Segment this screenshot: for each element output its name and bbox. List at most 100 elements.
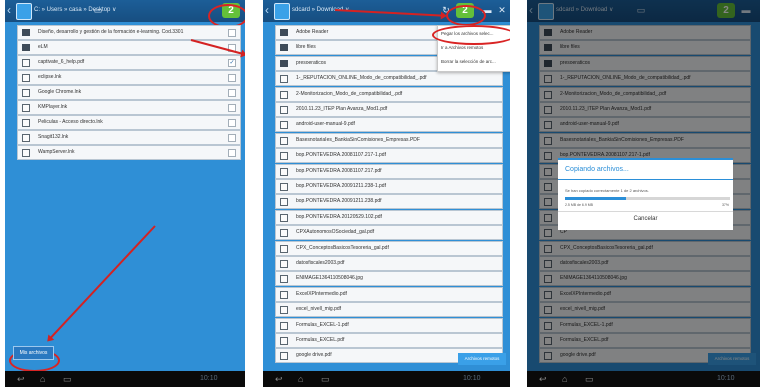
- file-row[interactable]: Peliculas - Acceso directo.lnk: [17, 115, 241, 130]
- item-label: Snagit132.lnk: [38, 134, 69, 140]
- select-checkbox[interactable]: ✓: [228, 59, 236, 67]
- file-icon: [280, 75, 288, 84]
- file-row[interactable]: datosfiscales2003.pdf: [275, 256, 503, 271]
- menu-item-clear-selection[interactable]: Borrar la selección de arc...: [441, 59, 496, 64]
- file-row[interactable]: bop.PONTEVEDRA.20091211.238.pdf: [275, 194, 503, 210]
- recent-apps-icon[interactable]: ▭: [321, 373, 330, 385]
- close-icon[interactable]: ✕: [496, 4, 508, 16]
- file-icon: [280, 90, 288, 99]
- file-icon: [280, 183, 288, 191]
- file-icon: [280, 306, 288, 315]
- file-row[interactable]: eclipse.lnk: [17, 70, 241, 85]
- back-nav-icon[interactable]: ↩: [539, 373, 547, 385]
- file-row[interactable]: 2010.11.23_ITEP Plan Avanza_Mod1.pdf: [275, 102, 503, 117]
- item-label: CPX_ConceptosBasicosTesoreria_gal.pdf: [296, 244, 389, 251]
- folder-row[interactable]: Diseño, desarrollo y gestión de la forma…: [17, 25, 241, 40]
- home-nav-icon[interactable]: ⌂: [298, 373, 303, 385]
- recent-apps-icon[interactable]: ▭: [585, 373, 594, 385]
- select-checkbox[interactable]: [228, 89, 236, 97]
- file-icon: [280, 275, 288, 284]
- app-icon: [274, 3, 290, 20]
- recent-apps-icon[interactable]: ▭: [63, 373, 72, 385]
- item-label: eLM: [38, 44, 48, 50]
- file-icon: [280, 229, 288, 238]
- file-icon: [22, 134, 30, 142]
- file-row[interactable]: android-user-manual-9.pdf: [275, 117, 503, 133]
- item-label: libre files: [296, 44, 316, 51]
- item-label: KMPlayer.lnk: [38, 104, 68, 110]
- item-label: google drive.pdf: [296, 352, 332, 359]
- item-label: eclipse.lnk: [38, 74, 62, 80]
- screenshot-panel-download: ‹ sdcard » Download ∨ ↻ 2 ▬ ✕ Adobe Read…: [263, 0, 510, 387]
- menu-item-remote-files[interactable]: Ir a Archivos remotos: [441, 45, 483, 50]
- item-label: datosfiscales2003.pdf: [296, 260, 345, 266]
- folder-row[interactable]: eLM: [17, 40, 241, 55]
- file-row[interactable]: Formulas_EXCEL.pdf: [275, 333, 503, 348]
- file-icon: [280, 290, 288, 299]
- folder-icon: [280, 44, 288, 52]
- select-checkbox[interactable]: [228, 119, 236, 127]
- android-nav-bar: ↩ ⌂ ▭ 10:10: [5, 371, 245, 387]
- file-row[interactable]: ENIMAGE1364110508046.jpg: [275, 271, 503, 287]
- file-row[interactable]: KMPlayer.lnk: [17, 100, 241, 115]
- item-label: 2-Monitorizacion_Modo_de_compatibilidad_…: [296, 90, 403, 97]
- file-icon: [22, 89, 30, 97]
- file-icon: [280, 213, 288, 222]
- select-checkbox[interactable]: [228, 149, 236, 157]
- file-icon: [280, 121, 288, 130]
- upload-icon[interactable]: ▭: [92, 4, 104, 16]
- file-row[interactable]: bop.PONTEVEDRA.20081107.217.pdf: [275, 163, 503, 179]
- file-row[interactable]: CPX_ConceptosBasicosTesoreria_gal.pdf: [275, 240, 503, 256]
- item-label: Formulas_EXCEL.pdf: [296, 337, 345, 343]
- item-label: bop.PONTEVEDRA.20091211.238.pdf: [296, 198, 382, 205]
- file-row[interactable]: Google Chrome.lnk: [17, 85, 241, 100]
- item-label: bop.PONTEVEDRA.20081107.217.pdf: [296, 167, 382, 174]
- file-icon: [280, 167, 288, 176]
- select-checkbox[interactable]: [228, 134, 236, 142]
- file-icon: [280, 321, 288, 330]
- path-breadcrumb[interactable]: C: » Users » casa » Desktop ∨: [34, 6, 116, 13]
- select-checkbox[interactable]: [228, 29, 236, 37]
- android-nav-bar: ↩ ⌂ ▭ 10:10: [527, 371, 760, 387]
- item-label: bop.PONTEVEDRA.20081107.217-1.pdf: [296, 152, 386, 159]
- item-label: bop.PONTEVEDRA.20120529.102.pdf: [296, 213, 382, 220]
- file-row[interactable]: bop.PONTEVEDRA.20120529.102.pdf: [275, 209, 503, 225]
- file-row[interactable]: BasesnotariaIes_BankiaSinComisiones_Empr…: [275, 132, 503, 148]
- item-label: ENIMAGE1364110508046.jpg: [296, 275, 363, 282]
- item-label: excel_nivell_mig.pdf: [296, 306, 342, 313]
- cancel-button[interactable]: Cancelar: [558, 216, 733, 222]
- my-files-button[interactable]: Mis archivos: [13, 346, 54, 360]
- file-row[interactable]: Formulas_EXCEL-1.pdf: [275, 317, 503, 333]
- file-row[interactable]: Snagit132.lnk: [17, 130, 241, 145]
- select-checkbox[interactable]: [228, 74, 236, 82]
- file-row[interactable]: captivate_6_help.pdf ✓: [17, 55, 241, 70]
- file-row[interactable]: bop.PONTEVEDRA.20091211.238-1.pdf: [275, 179, 503, 194]
- file-row[interactable]: 1-_REPUTACION_ONLINE_Modo_de_compatibili…: [275, 71, 503, 87]
- file-icon: [280, 136, 288, 145]
- status-clock: 10:10: [200, 375, 218, 382]
- folder-icon: [22, 29, 30, 36]
- file-row[interactable]: bop.PONTEVEDRA.20081107.217-1.pdf: [275, 148, 503, 164]
- item-label: 1-_REPUTACION_ONLINE_Modo_de_compatibili…: [296, 75, 427, 82]
- file-row[interactable]: WampServer.lnk: [17, 145, 241, 160]
- file-row[interactable]: CPXAutonomosOSociedad_gal.pdf: [275, 225, 503, 241]
- home-nav-icon[interactable]: ⌂: [562, 373, 567, 385]
- back-nav-icon[interactable]: ↩: [17, 373, 25, 385]
- folder-icon: [22, 44, 30, 51]
- file-row[interactable]: 2-Monitorizacion_Modo_de_compatibilidad_…: [275, 86, 503, 102]
- back-nav-icon[interactable]: ↩: [275, 373, 283, 385]
- select-checkbox[interactable]: [228, 104, 236, 112]
- file-row[interactable]: excel_nivell_mig.pdf: [275, 302, 503, 318]
- remote-files-button[interactable]: Archivos remotos: [458, 353, 506, 365]
- app-icon: [16, 3, 32, 20]
- item-label: 2010.11.23_ITEP Plan Avanza_Mod1.pdf: [296, 106, 388, 112]
- home-nav-icon[interactable]: ⌂: [40, 373, 45, 385]
- progress-track: [565, 197, 730, 200]
- file-row[interactable]: ExcelXPIntermedio.pdf: [275, 286, 503, 302]
- copy-progress-dialog: Copiando archivos... Se han copiado corr…: [558, 158, 733, 230]
- file-icon: [280, 106, 288, 114]
- file-icon: [280, 352, 288, 361]
- progress-percent: 37%: [721, 203, 729, 207]
- dialog-message: Se han copiado correctamente 1 de 2 arch…: [565, 188, 649, 193]
- item-label: presoeraticos: [296, 59, 327, 66]
